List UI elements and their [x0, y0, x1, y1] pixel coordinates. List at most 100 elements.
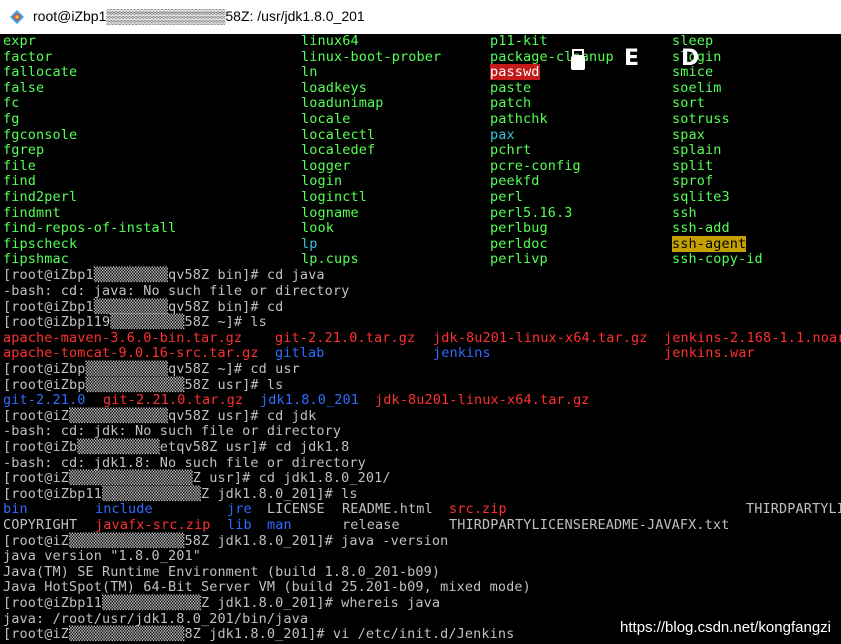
- command-entry: fgrep: [3, 142, 45, 159]
- command-entry: pchrt: [490, 142, 532, 159]
- command-entry: linux64: [301, 34, 359, 49]
- command-entry: file: [3, 157, 36, 174]
- command-entry: locale: [301, 111, 351, 127]
- command-entry: sprof: [672, 173, 714, 190]
- command-entry: localedef: [301, 142, 376, 159]
- terminal-line: java: /root/usr/jdk1.8.0_201/bin/java: [3, 610, 309, 627]
- terminal-line: [root@iZbp1▒▒▒▒▒▒▒▒▒qv58Z bin]# cd java: [3, 267, 325, 284]
- archive-file: git-2.21.0.tar.gz: [275, 329, 416, 346]
- command-entry: false: [3, 79, 45, 96]
- file-entry: LICENSE: [267, 501, 325, 518]
- command-entry: paste: [490, 79, 532, 96]
- file-entry: README.html: [342, 501, 433, 518]
- archive-file: jdk-8u201-linux-x64.tar.gz: [433, 329, 648, 346]
- terminal-line: [root@iZ▒▒▒▒▒▒▒▒▒▒▒▒▒▒8Z jdk1.8.0_201]# …: [3, 626, 515, 643]
- file-entry: THIRDPARTYLIC: [746, 501, 841, 518]
- ime-toolbar[interactable]: E D: [560, 46, 720, 76]
- archive-file: src.zip: [449, 501, 507, 518]
- command-entry: logname: [301, 204, 359, 221]
- highlighted-entry: ssh-agent: [672, 235, 747, 252]
- command-entry: spax: [672, 126, 705, 143]
- command-entry: p11-kit: [490, 34, 548, 49]
- command-entry: sotruss: [672, 111, 730, 127]
- putty-terminal-icon: [10, 10, 24, 24]
- directory-entry: git-2.21.0: [3, 392, 86, 409]
- watermark: https://blog.csdn.net/kongfangzi: [620, 619, 831, 636]
- command-entry: login: [301, 173, 343, 190]
- command-entry: loadunimap: [301, 95, 384, 112]
- command-entry: fg: [3, 111, 20, 127]
- command-entry: split: [672, 157, 714, 174]
- archive-file: apache-tomcat-9.0.16-src.tar.gz: [3, 345, 259, 362]
- command-entry: pcre-config: [490, 157, 581, 174]
- file-entry: THIRDPARTYLICENSEREADME-JAVAFX.txt: [449, 517, 730, 533]
- command-entry: fipshmac: [3, 251, 69, 268]
- command-entry: ssh: [672, 204, 697, 221]
- command-entry: loadkeys: [301, 79, 367, 96]
- directory-entry: jenkins: [433, 345, 491, 362]
- command-entry: pathchk: [490, 111, 548, 127]
- command-entry: ssh-copy-id: [672, 251, 763, 268]
- directory-entry: man: [267, 517, 292, 533]
- command-entry: peekfd: [490, 173, 540, 190]
- archive-file: jdk-8u201-linux-x64.tar.gz: [375, 392, 590, 409]
- terminal-line: [root@iZ▒▒▒▒▒▒▒▒▒▒▒▒▒▒▒Z usr]# cd jdk1.8…: [3, 470, 391, 487]
- command-entry: ssh-agent: [672, 235, 747, 253]
- command-entry: patch: [490, 95, 532, 112]
- terminal-area[interactable]: expr factor fallocate false fc fg fgconsole fgr…: [0, 34, 841, 644]
- command-entry: factor: [3, 48, 53, 65]
- command-entry: findmnt: [3, 204, 61, 221]
- directory-entry: include: [95, 501, 153, 518]
- command-entry: fipscheck: [3, 235, 78, 252]
- command-entry: find2perl: [3, 189, 78, 205]
- terminal-line: [root@iZ▒▒▒▒▒▒▒▒▒▒▒▒qv58Z usr]# cd jdk: [3, 407, 317, 424]
- command-entry: lp.cups: [301, 251, 359, 268]
- command-entry: find-repos-of-install: [3, 220, 177, 237]
- directory-entry: jdk1.8.0_201: [260, 392, 359, 409]
- window-title: root@iZbp1▒▒▒▒▒▒▒▒▒▒▒▒58Z: /usr/jdk1.8.0…: [33, 8, 365, 24]
- archive-file: git-2.21.0.tar.gz: [103, 392, 244, 409]
- terminal-line: [root@iZb▒▒▒▒▒▒▒▒▒▒etqv58Z usr]# cd jdk1…: [3, 439, 350, 455]
- terminal-line: [root@iZbp▒▒▒▒▒▒▒▒▒▒▒▒58Z usr]# ls: [3, 376, 284, 393]
- terminal-line: [root@iZbp119▒▒▒▒▒▒▒▒▒58Z ~]# ls: [3, 314, 267, 331]
- command-entry: logger: [301, 157, 351, 174]
- file-entry: COPYRIGHT: [3, 517, 78, 533]
- command-entry: perlivp: [490, 251, 548, 268]
- command-entry: perl: [490, 189, 523, 205]
- archive-file: apache-maven-3.6.0-bin.tar.gz: [3, 329, 243, 346]
- command-entry: perl5.16.3: [490, 204, 573, 221]
- command-entry: ssh-add: [672, 220, 730, 237]
- command-entry: sort: [672, 95, 705, 112]
- command-entry: localectl: [301, 126, 376, 143]
- command-entry: lp: [301, 235, 318, 252]
- directory-entry: jre: [227, 501, 252, 518]
- archive-file: jenkins-2.168-1.1.noarch: [664, 329, 841, 346]
- directory-entry: gitlab: [275, 345, 325, 362]
- command-entry: sqlite3: [672, 189, 730, 205]
- command-entry: linux-boot-prober: [301, 48, 442, 65]
- command-entry: fallocate: [3, 64, 78, 81]
- title-bar: root@iZbp1▒▒▒▒▒▒▒▒▒▒▒▒58Z: /usr/jdk1.8.0…: [0, 0, 841, 35]
- command-entry: passwd: [490, 64, 540, 81]
- file-entry: release: [342, 517, 400, 533]
- usb-drive-icon[interactable]: [566, 48, 590, 72]
- terminal-line: Java(TM) SE Runtime Environment (build 1…: [3, 563, 441, 580]
- terminal-line: -bash: cd: jdk1.8: No such file or direc…: [3, 454, 366, 471]
- ime-letter-d[interactable]: D: [681, 46, 699, 71]
- terminal-line: [root@iZbp▒▒▒▒▒▒▒▒▒▒qv58Z ~]# cd usr: [3, 361, 300, 377]
- command-entry: splain: [672, 142, 722, 159]
- terminal-line: [root@iZbp1▒▒▒▒▒▒▒▒▒qv58Z bin]# cd: [3, 298, 284, 315]
- terminal-line: Java HotSpot(TM) 64-Bit Server VM (build…: [3, 579, 531, 596]
- command-entry: loginctl: [301, 189, 367, 205]
- terminal-line: java version "1.8.0_201": [3, 548, 201, 565]
- directory-entry: lib: [227, 517, 252, 533]
- command-entry: soelim: [672, 79, 722, 96]
- directory-entry: bin: [3, 501, 28, 518]
- command-entry: find: [3, 173, 36, 190]
- command-entry: perldoc: [490, 235, 548, 252]
- command-entry: fc: [3, 95, 20, 112]
- terminal-line: [root@iZ▒▒▒▒▒▒▒▒▒▒▒▒▒▒58Z jdk1.8.0_201]#…: [3, 532, 449, 549]
- highlighted-entry: passwd: [490, 64, 540, 81]
- terminal-line: [root@iZbp11▒▒▒▒▒▒▒▒▒▒▒▒Z jdk1.8.0_201]#…: [3, 595, 441, 611]
- ime-letter-e[interactable]: E: [624, 46, 639, 71]
